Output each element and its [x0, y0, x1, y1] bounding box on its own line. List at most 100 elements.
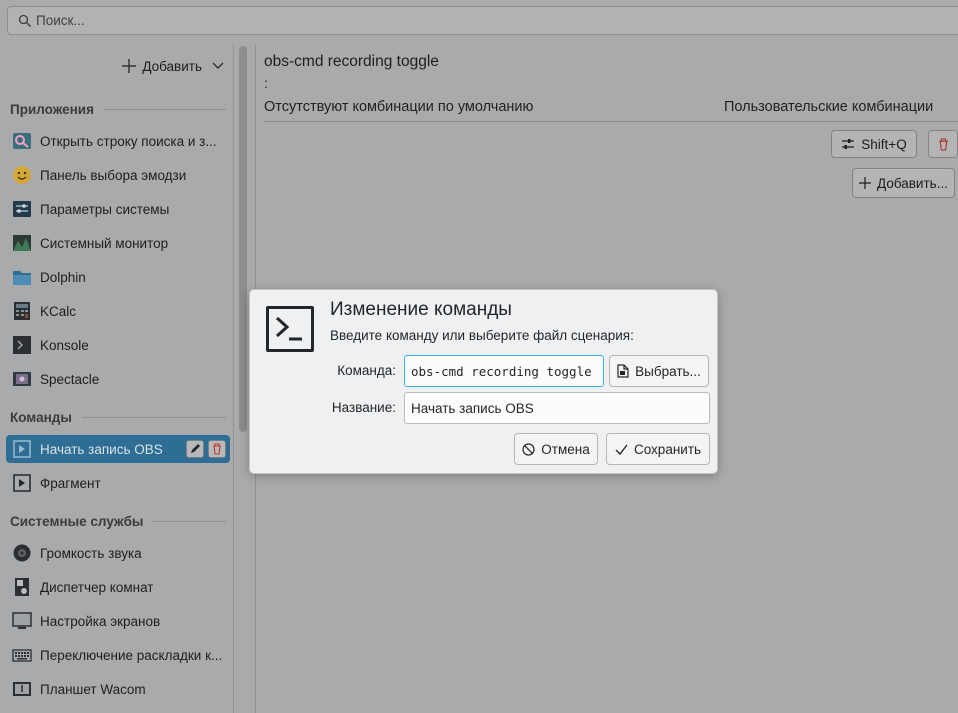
list-item-service[interactable]: Диспетчер комнат [6, 573, 230, 601]
settings-app-icon [12, 199, 32, 219]
top-bar [0, 0, 958, 44]
command-input[interactable]: obs-cmd recording toggle [404, 355, 604, 387]
list-item-label: Фрагмент [40, 475, 101, 491]
list-item-app[interactable]: KCalc [6, 297, 230, 325]
list-item-app[interactable]: Открыть строку поиска и з... [6, 127, 230, 155]
section-title: Команды [10, 409, 72, 425]
command-label: Команда: [337, 363, 396, 378]
command-input-value: obs-cmd recording toggle [411, 363, 592, 379]
search-field[interactable] [7, 6, 958, 35]
section-title: Системные службы [10, 513, 144, 529]
folder-icon [12, 267, 32, 287]
section-title: Приложения [10, 101, 94, 117]
dialog-title: Изменение команды [330, 299, 512, 320]
list-item-label: Открыть строку поиска и з... [40, 133, 217, 149]
keyboard-icon [12, 645, 32, 665]
shortcut-button[interactable]: Shift+Q [831, 130, 917, 158]
header-divider [264, 121, 958, 122]
list-item-label: Параметры системы [40, 201, 170, 217]
list-item-label: Spectacle [40, 371, 100, 387]
divider [153, 520, 226, 522]
plus-icon [122, 59, 137, 73]
default-shortcuts-header: Отсутствуют комбинации по умолчанию [264, 99, 534, 115]
cancel-label: Отмена [541, 441, 590, 457]
list-item-app[interactable]: Параметры системы [6, 195, 230, 223]
list-item-label: Dolphin [40, 269, 86, 285]
save-label: Сохранить [633, 441, 702, 457]
document-icon [617, 364, 629, 378]
command-subtitle: : [264, 75, 268, 91]
list-item-label: Konsole [40, 337, 89, 353]
list-item-label: Начать запись OBS [40, 441, 163, 457]
list-item-service[interactable]: Планшет Wacom [6, 675, 230, 703]
search-app-icon [12, 131, 32, 151]
trash-icon [938, 137, 948, 151]
sidebar-scrollbar[interactable] [239, 46, 247, 432]
system-monitor-icon [12, 233, 32, 253]
pencil-icon [191, 444, 200, 453]
calculator-icon [12, 301, 32, 321]
activity-icon [12, 577, 32, 597]
cancel-icon [522, 442, 535, 456]
add-shortcut-label: Добавить... [877, 175, 948, 191]
name-input-value: Начать запись OBS [411, 400, 534, 416]
terminal-icon [266, 306, 314, 352]
delete-shortcut-button[interactable] [928, 130, 958, 158]
search-icon [14, 11, 36, 31]
monitor-icon [12, 611, 32, 631]
save-button[interactable]: Сохранить [606, 433, 710, 465]
list-item-label: Панель выбора эмодзи [40, 167, 187, 183]
list-item-label: Переключение раскладки к... [40, 647, 223, 663]
list-item-label: Системный монитор [40, 235, 169, 251]
list-item-label: Громкость звука [40, 545, 142, 561]
section-header-apps: Приложения [10, 99, 226, 119]
add-dropdown-button[interactable]: Добавить [122, 54, 224, 78]
speaker-icon [12, 543, 32, 563]
emoji-icon [12, 165, 32, 185]
list-item-app[interactable]: Konsole [6, 331, 230, 359]
chevron-down-icon [212, 62, 224, 69]
name-label: Название: [331, 400, 396, 415]
section-header-commands: Команды [10, 407, 226, 427]
trash-icon [213, 443, 221, 455]
name-input[interactable]: Начать запись OBS [404, 392, 710, 424]
list-item-service[interactable]: Переключение раскладки к... [6, 641, 230, 669]
terminal-icon [12, 335, 32, 355]
cancel-button[interactable]: Отмена [514, 433, 598, 465]
list-item-command[interactable]: Фрагмент [6, 469, 230, 497]
tablet-icon [12, 679, 32, 699]
list-item-label: Настройка экранов [40, 613, 161, 629]
list-item-label: Планшет Wacom [40, 681, 146, 697]
shortcut-list-panel: Добавить Приложения Открыть строку поиск… [2, 45, 234, 713]
shortcut-label: Shift+Q [861, 136, 907, 152]
section-header-services: Системные службы [10, 511, 226, 531]
divider [81, 416, 226, 418]
list-item-command-selected[interactable]: Начать запись OBS [6, 435, 230, 463]
search-input[interactable] [36, 13, 436, 28]
delete-button[interactable] [208, 440, 226, 458]
list-item-app[interactable]: Dolphin [6, 263, 230, 291]
list-item-app[interactable]: Spectacle [6, 365, 230, 393]
script-icon [12, 439, 32, 459]
add-shortcut-button[interactable]: Добавить... [852, 168, 955, 198]
edit-button[interactable] [186, 440, 204, 458]
divider [103, 108, 226, 110]
screenshot-icon [12, 369, 32, 389]
edit-command-dialog: Изменение команды Введите команду или вы… [249, 289, 718, 474]
choose-file-label: Выбрать... [635, 363, 701, 379]
command-title: obs-cmd recording toggle [264, 53, 439, 70]
list-item-service[interactable]: Настройка экранов [6, 607, 230, 635]
list-item-label: Диспетчер комнат [40, 579, 154, 595]
list-item-service[interactable]: Громкость звука [6, 539, 230, 567]
dialog-subtitle: Введите команду или выберите файл сценар… [330, 328, 634, 343]
plus-icon [859, 177, 872, 189]
custom-shortcuts-header: Пользовательские комбинации [724, 99, 934, 115]
script-icon [12, 473, 32, 493]
list-item-app[interactable]: Системный монитор [6, 229, 230, 257]
list-item-app[interactable]: Панель выбора эмодзи [6, 161, 230, 189]
list-item-label: KCalc [40, 303, 77, 319]
checkmark-icon [615, 444, 628, 455]
choose-file-button[interactable]: Выбрать... [609, 355, 709, 387]
add-button-label: Добавить [142, 58, 202, 74]
sliders-icon [842, 139, 855, 149]
